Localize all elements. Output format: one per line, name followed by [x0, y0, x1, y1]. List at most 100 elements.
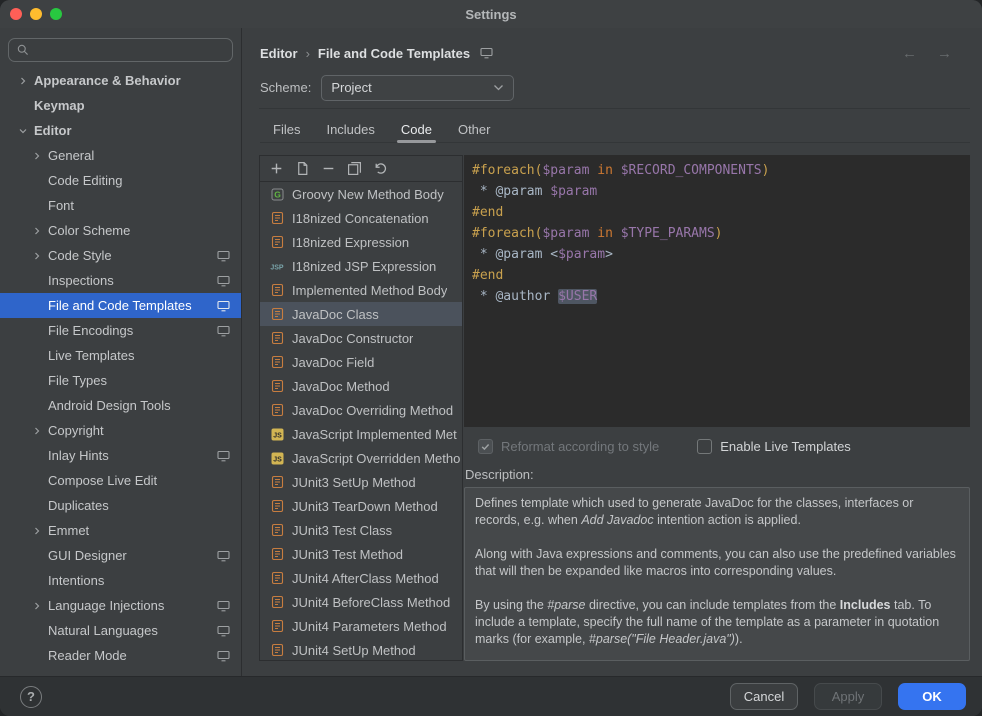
template-item-javadoc-field[interactable]: JavaDoc Field — [260, 350, 462, 374]
template-item-junit4-afterclass-method[interactable]: JUnit4 AfterClass Method — [260, 566, 462, 590]
sidebar-item-general[interactable]: General — [0, 143, 241, 168]
scheme-label: Scheme: — [260, 80, 311, 95]
tab-includes[interactable]: Includes — [313, 116, 387, 142]
copy-template-button[interactable] — [347, 161, 362, 176]
sidebar-item-emmet[interactable]: Emmet — [0, 518, 241, 543]
chevron-right-icon[interactable] — [26, 527, 48, 535]
template-item-javascript-overridden-metho[interactable]: JSJavaScript Overridden Metho — [260, 446, 462, 470]
groovy-file-icon: G — [269, 187, 285, 202]
sidebar-item-label: Compose Live Edit — [48, 473, 157, 488]
template-file-icon — [269, 643, 285, 658]
apply-button[interactable]: Apply — [814, 683, 882, 710]
template-item-junit3-test-class[interactable]: JUnit3 Test Class — [260, 518, 462, 542]
reset-to-default-button[interactable] — [373, 161, 388, 176]
settings-search-input[interactable] — [35, 43, 225, 58]
template-file-icon — [269, 379, 285, 394]
sidebar-item-android-design-tools[interactable]: Android Design Tools — [0, 393, 241, 418]
sidebar-item-file-and-code-templates[interactable]: File and Code Templates — [0, 293, 241, 318]
description-box[interactable]: Defines template which used to generate … — [464, 487, 970, 661]
sidebar-item-label: File and Code Templates — [48, 298, 192, 313]
template-item-implemented-method-body[interactable]: Implemented Method Body — [260, 278, 462, 302]
add-template-button[interactable] — [269, 161, 284, 176]
history-nav: ← → — [902, 45, 952, 62]
template-item-javadoc-overriding-method[interactable]: JavaDoc Overriding Method — [260, 398, 462, 422]
sidebar-item-color-scheme[interactable]: Color Scheme — [0, 218, 241, 243]
sidebar-item-inlay-hints[interactable]: Inlay Hints — [0, 443, 241, 468]
enable-live-templates-checkbox[interactable] — [697, 439, 712, 454]
create-template-from-file-button[interactable] — [295, 161, 310, 176]
per-project-settings-icon — [217, 325, 233, 337]
sidebar-item-file-encodings[interactable]: File Encodings — [0, 318, 241, 343]
remove-template-button[interactable] — [321, 161, 336, 176]
fullscreen-window-button[interactable] — [50, 8, 62, 20]
sidebar-item-label: Copyright — [48, 423, 104, 438]
template-name: JUnit3 Test Method — [292, 547, 403, 562]
sidebar-item-live-templates[interactable]: Live Templates — [0, 343, 241, 368]
template-item-junit3-teardown-method[interactable]: JUnit3 TearDown Method — [260, 494, 462, 518]
forward-icon[interactable]: → — [937, 45, 952, 62]
template-item-javadoc-method[interactable]: JavaDoc Method — [260, 374, 462, 398]
sidebar-item-appearance-behavior[interactable]: Appearance & Behavior — [0, 68, 241, 93]
template-item-junit4-parameters-method[interactable]: JUnit4 Parameters Method — [260, 614, 462, 638]
sidebar-item-code-style[interactable]: Code Style — [0, 243, 241, 268]
code-line: #foreach($param in $TYPE_PARAMS) — [472, 223, 962, 244]
back-icon[interactable]: ← — [902, 45, 917, 62]
tab-files[interactable]: Files — [260, 116, 313, 142]
template-item-groovy-new-method-body[interactable]: GGroovy New Method Body — [260, 182, 462, 206]
tab-code[interactable]: Code — [388, 116, 445, 142]
template-item-i18nized-concatenation[interactable]: I18nized Concatenation — [260, 206, 462, 230]
minimize-window-button[interactable] — [30, 8, 42, 20]
close-window-button[interactable] — [10, 8, 22, 20]
chevron-right-icon[interactable] — [26, 427, 48, 435]
sidebar-item-compose-live-edit[interactable]: Compose Live Edit — [0, 468, 241, 493]
template-item-javadoc-constructor[interactable]: JavaDoc Constructor — [260, 326, 462, 350]
sidebar-item-intentions[interactable]: Intentions — [0, 568, 241, 593]
sidebar-item-code-editing[interactable]: Code Editing — [0, 168, 241, 193]
template-item-javascript-implemented-met[interactable]: JSJavaScript Implemented Met — [260, 422, 462, 446]
settings-search[interactable] — [8, 38, 233, 62]
template-item-junit4-beforeclass-method[interactable]: JUnit4 BeforeClass Method — [260, 590, 462, 614]
template-name: JUnit3 SetUp Method — [292, 475, 416, 490]
sidebar-item-inspections[interactable]: Inspections — [0, 268, 241, 293]
sidebar-item-label: Intentions — [48, 573, 104, 588]
sidebar-item-duplicates[interactable]: Duplicates — [0, 493, 241, 518]
sidebar-item-label: Keymap — [34, 98, 85, 113]
sidebar-item-language-injections[interactable]: Language Injections — [0, 593, 241, 618]
template-item-junit3-test-method[interactable]: JUnit3 Test Method — [260, 542, 462, 566]
traffic-lights — [10, 8, 62, 20]
sidebar-item-reader-mode[interactable]: Reader Mode — [0, 643, 241, 668]
sidebar-item-file-types[interactable]: File Types — [0, 368, 241, 393]
chevron-right-icon[interactable] — [26, 227, 48, 235]
chevron-right-icon[interactable] — [12, 77, 34, 85]
help-button[interactable]: ? — [20, 686, 42, 708]
ok-button[interactable]: OK — [898, 683, 966, 710]
template-item-junit3-setup-method[interactable]: JUnit3 SetUp Method — [260, 470, 462, 494]
sidebar-item-copyright[interactable]: Copyright — [0, 418, 241, 443]
code-line: * @param $param — [472, 181, 962, 202]
template-file-icon — [269, 475, 285, 490]
template-item-javadoc-class[interactable]: JavaDoc Class — [260, 302, 462, 326]
svg-text:G: G — [274, 189, 281, 199]
breadcrumb-editor[interactable]: Editor — [260, 46, 298, 61]
sidebar-item-keymap[interactable]: Keymap — [0, 93, 241, 118]
sidebar-item-natural-languages[interactable]: Natural Languages — [0, 618, 241, 643]
chevron-down-icon[interactable] — [12, 127, 34, 135]
template-file-icon — [269, 211, 285, 226]
chevron-right-icon[interactable] — [26, 602, 48, 610]
breadcrumb-file-and-code-templates[interactable]: File and Code Templates — [318, 46, 470, 61]
chevron-right-icon[interactable] — [26, 252, 48, 260]
tab-other[interactable]: Other — [445, 116, 504, 142]
scheme-select[interactable]: Project — [321, 75, 514, 101]
template-item-junit4-setup-method[interactable]: JUnit4 SetUp Method — [260, 638, 462, 660]
sidebar-item-label: Language Injections — [48, 598, 164, 613]
template-item-i18nized-expression[interactable]: I18nized Expression — [260, 230, 462, 254]
template-name: JavaDoc Method — [292, 379, 390, 394]
sidebar-item-font[interactable]: Font — [0, 193, 241, 218]
template-item-i18nized-jsp-expression[interactable]: JSPI18nized JSP Expression — [260, 254, 462, 278]
cancel-button[interactable]: Cancel — [730, 683, 798, 710]
sidebar-item-gui-designer[interactable]: GUI Designer — [0, 543, 241, 568]
reformat-checkbox[interactable] — [478, 439, 493, 454]
chevron-right-icon[interactable] — [26, 152, 48, 160]
template-code-editor[interactable]: #foreach($param in $RECORD_COMPONENTS) *… — [464, 155, 970, 427]
sidebar-item-editor[interactable]: Editor — [0, 118, 241, 143]
